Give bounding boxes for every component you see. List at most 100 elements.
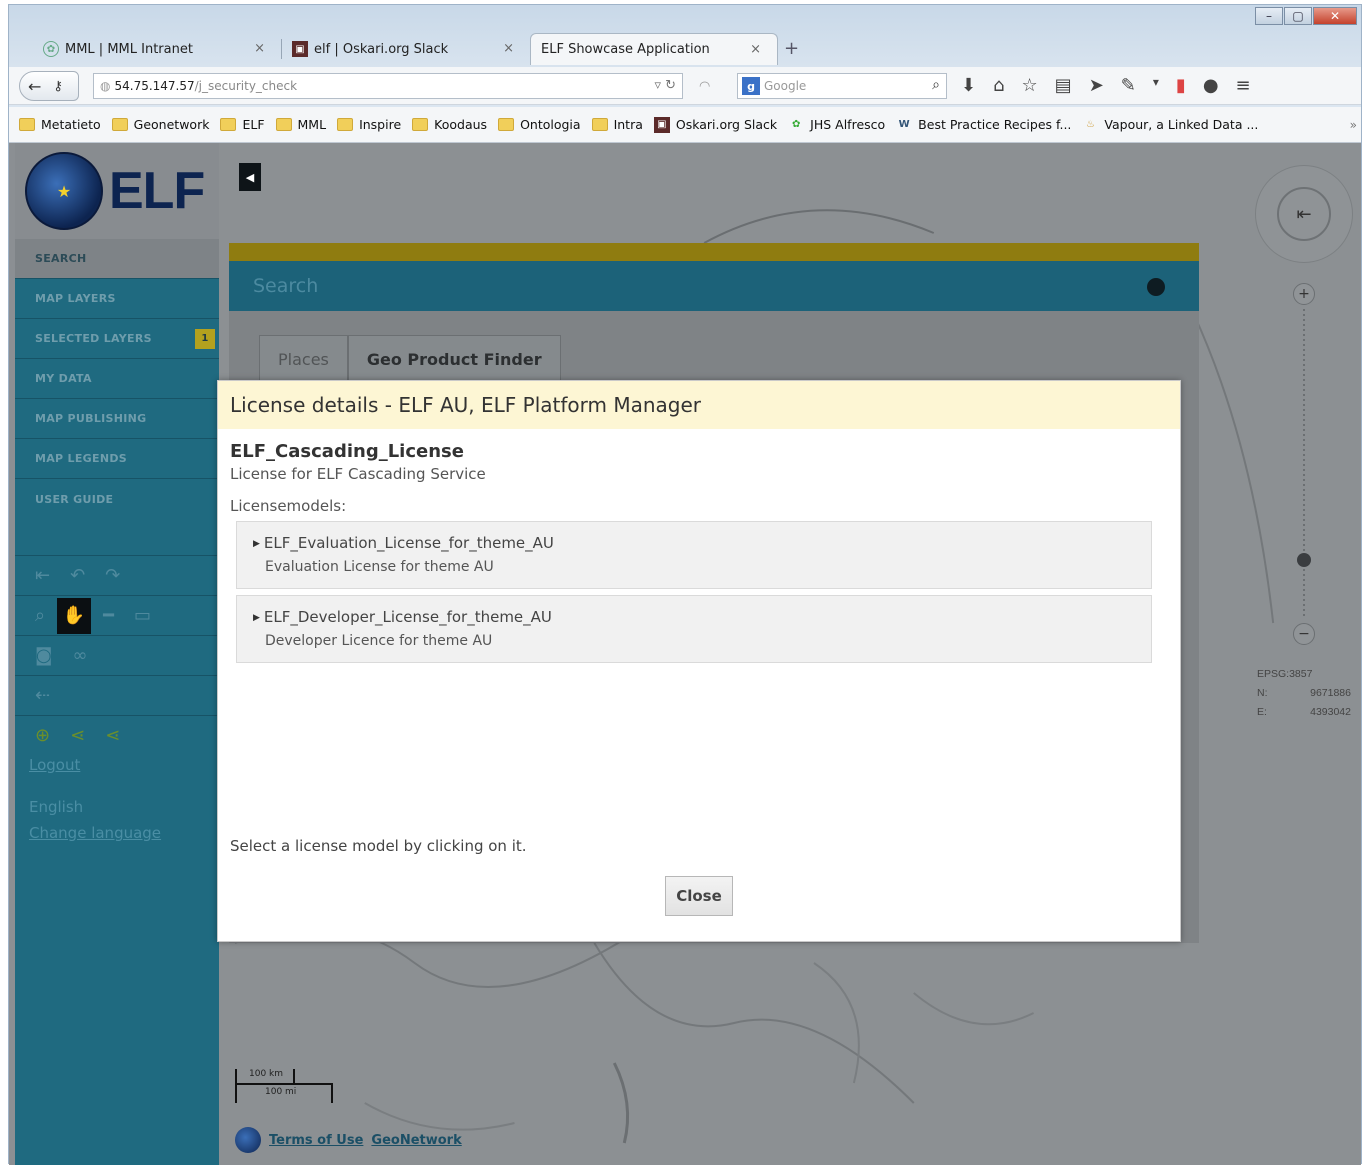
license-model-description: Developer Licence for theme AU: [265, 633, 493, 649]
dev-tools-icon[interactable]: ✎: [1121, 75, 1136, 96]
maximize-button[interactable]: ▢: [1284, 7, 1312, 25]
bookmark-mml[interactable]: MML: [275, 117, 326, 132]
pan-hand-icon[interactable]: ✋: [57, 597, 92, 634]
back-button[interactable]: ← ⚷: [19, 71, 79, 101]
menu-label: MAP LEGENDS: [35, 452, 127, 465]
tab-oskari-slack[interactable]: ▣ elf | Oskari.org Slack ×: [282, 33, 530, 65]
tab-close-icon[interactable]: ×: [750, 42, 761, 57]
bookmark-best-practice[interactable]: W Best Practice Recipes f...: [896, 117, 1072, 133]
zoom-slider-track[interactable]: [1303, 309, 1305, 619]
menu-map-publishing[interactable]: MAP PUBLISHING: [15, 399, 219, 439]
east-value: 4393042: [1310, 706, 1351, 718]
menu-map-layers[interactable]: MAP LAYERS: [15, 279, 219, 319]
bookmark-elf[interactable]: ELF: [220, 117, 265, 132]
menu-icon[interactable]: ≡: [1236, 75, 1251, 96]
bookmark-koodaus[interactable]: Koodaus: [412, 117, 487, 132]
folder-icon: [498, 118, 515, 131]
minimize-button[interactable]: –: [1255, 7, 1283, 25]
add-area-icon[interactable]: ⋖: [105, 725, 120, 746]
bookmark-inspire[interactable]: Inspire: [337, 117, 401, 132]
tab-places[interactable]: Places: [259, 335, 348, 383]
bookmark-label: Koodaus: [434, 117, 488, 132]
menu-search[interactable]: SEARCH: [15, 239, 219, 279]
rss-icon[interactable]: ◠: [699, 79, 710, 94]
bookmark-star-icon[interactable]: ☆: [1022, 75, 1038, 96]
pan-compass[interactable]: ⇤: [1255, 165, 1353, 263]
bookmark-ontologia[interactable]: Ontologia: [498, 117, 581, 132]
reload-icon[interactable]: ▿ ↻: [654, 78, 676, 93]
url-path: /j_security_check: [194, 79, 298, 93]
site-identity-icon: ◍: [100, 79, 111, 93]
bookmark-vapour[interactable]: ♨ Vapour, a Linked Data ...: [1082, 117, 1258, 133]
tab-elf-showcase[interactable]: ELF Showcase Application ×: [530, 33, 778, 65]
bookmark-jhs-alfresco[interactable]: ✿ JHS Alfresco: [788, 117, 885, 133]
bookmark-metatieto[interactable]: Metatieto: [19, 117, 101, 132]
camera-icon[interactable]: ◙: [35, 645, 52, 666]
send-icon[interactable]: ➤: [1089, 75, 1104, 96]
bookmark-geonetwork[interactable]: Geonetwork: [111, 117, 210, 132]
license-model-developer[interactable]: ▶ ELF_Developer_License_for_theme_AU Deve…: [236, 595, 1152, 663]
chat-icon[interactable]: ●: [1203, 75, 1219, 96]
tab-close-icon[interactable]: ×: [254, 41, 265, 56]
google-icon: g: [742, 77, 760, 95]
home-icon[interactable]: ⌂: [993, 75, 1004, 96]
dropdown-icon[interactable]: ▾: [1153, 75, 1159, 96]
zoom-out-button[interactable]: −: [1293, 623, 1315, 645]
change-language-link[interactable]: Change language: [15, 823, 219, 843]
zoom-slider-handle[interactable]: [1297, 553, 1311, 567]
collapse-panel-button[interactable]: ◀: [239, 163, 261, 191]
history-tools: ⇤ ↶ ↷: [15, 555, 219, 595]
close-panel-icon[interactable]: [1147, 278, 1165, 296]
menu-map-legends[interactable]: MAP LEGENDS: [15, 439, 219, 479]
new-tab-button[interactable]: +: [784, 38, 799, 59]
window-controls: – ▢ ✕: [1255, 7, 1357, 25]
zoom-box-icon[interactable]: ⌕: [35, 605, 45, 626]
signin-arrow-icon[interactable]: ⇠: [35, 685, 50, 706]
download-icon[interactable]: ⬇: [961, 75, 976, 96]
undo-icon[interactable]: ↶: [70, 565, 85, 586]
search-icon[interactable]: ⌕: [932, 77, 940, 93]
zoom-in-button[interactable]: +: [1293, 283, 1315, 305]
dialog-title: License details - ELF AU, ELF Platform M…: [218, 381, 1180, 429]
redo-icon[interactable]: ↷: [105, 565, 120, 586]
link-icon[interactable]: ∞: [72, 645, 87, 666]
logout-link[interactable]: Logout: [15, 755, 219, 775]
license-model-evaluation[interactable]: ▶ ELF_Evaluation_License_for_theme_AU Eva…: [236, 521, 1152, 589]
bookmark-oskari-slack[interactable]: ▣ Oskari.org Slack: [653, 116, 777, 133]
slack-favicon-icon: ▣: [653, 116, 670, 133]
geonetwork-link[interactable]: GeoNetwork: [371, 1133, 461, 1148]
folder-icon: [337, 118, 354, 131]
terms-of-use-link[interactable]: Terms of Use: [269, 1133, 363, 1148]
reset-map-icon[interactable]: ⇤: [1277, 187, 1331, 241]
measure-area-icon[interactable]: ▭: [134, 605, 151, 626]
close-button[interactable]: Close: [665, 876, 733, 916]
map-tools: ⌕ ✋ ━ ▭: [15, 595, 219, 635]
measure-line-icon[interactable]: ━: [103, 605, 114, 626]
back-arrow-icon: ←: [28, 76, 42, 96]
tab-label: ELF Showcase Application: [541, 42, 710, 57]
bookmarks-overflow-icon[interactable]: »: [1350, 118, 1357, 132]
url-bar[interactable]: ◍ 54.75.147.57 /j_security_check ▿ ↻: [93, 73, 683, 99]
tab-geo-product-finder[interactable]: Geo Product Finder: [347, 335, 561, 383]
addon-icon[interactable]: ▮: [1176, 75, 1186, 96]
bookmark-label: ELF: [242, 117, 265, 132]
login-tools: ⇠: [15, 675, 219, 715]
tab-mml-intranet[interactable]: ✿ MML | MML Intranet ×: [33, 33, 281, 65]
scale-tick: [235, 1069, 237, 1103]
close-window-button[interactable]: ✕: [1313, 7, 1357, 25]
bookmark-intra[interactable]: Intra: [591, 117, 643, 132]
menu-selected-layers[interactable]: SELECTED LAYERS 1: [15, 319, 219, 359]
bookmark-label: Geonetwork: [133, 117, 210, 132]
current-language: English: [29, 798, 84, 816]
tab-close-icon[interactable]: ×: [503, 41, 514, 56]
search-engine-box[interactable]: g Google ⌕: [737, 73, 947, 99]
menu-user-guide[interactable]: USER GUIDE: [15, 479, 219, 519]
dialog-body: ELF_Cascading_License License for ELF Ca…: [218, 429, 1180, 663]
add-point-icon[interactable]: ⊕: [35, 725, 50, 746]
panel-accent: [229, 243, 1199, 261]
add-line-icon[interactable]: ⋖: [70, 725, 85, 746]
draw-tools: ⊕ ⋖ ⋖: [15, 715, 219, 755]
menu-my-data[interactable]: MY DATA: [15, 359, 219, 399]
bookmarks-list-icon[interactable]: ▤: [1055, 75, 1072, 96]
reset-view-icon[interactable]: ⇤: [35, 565, 50, 586]
